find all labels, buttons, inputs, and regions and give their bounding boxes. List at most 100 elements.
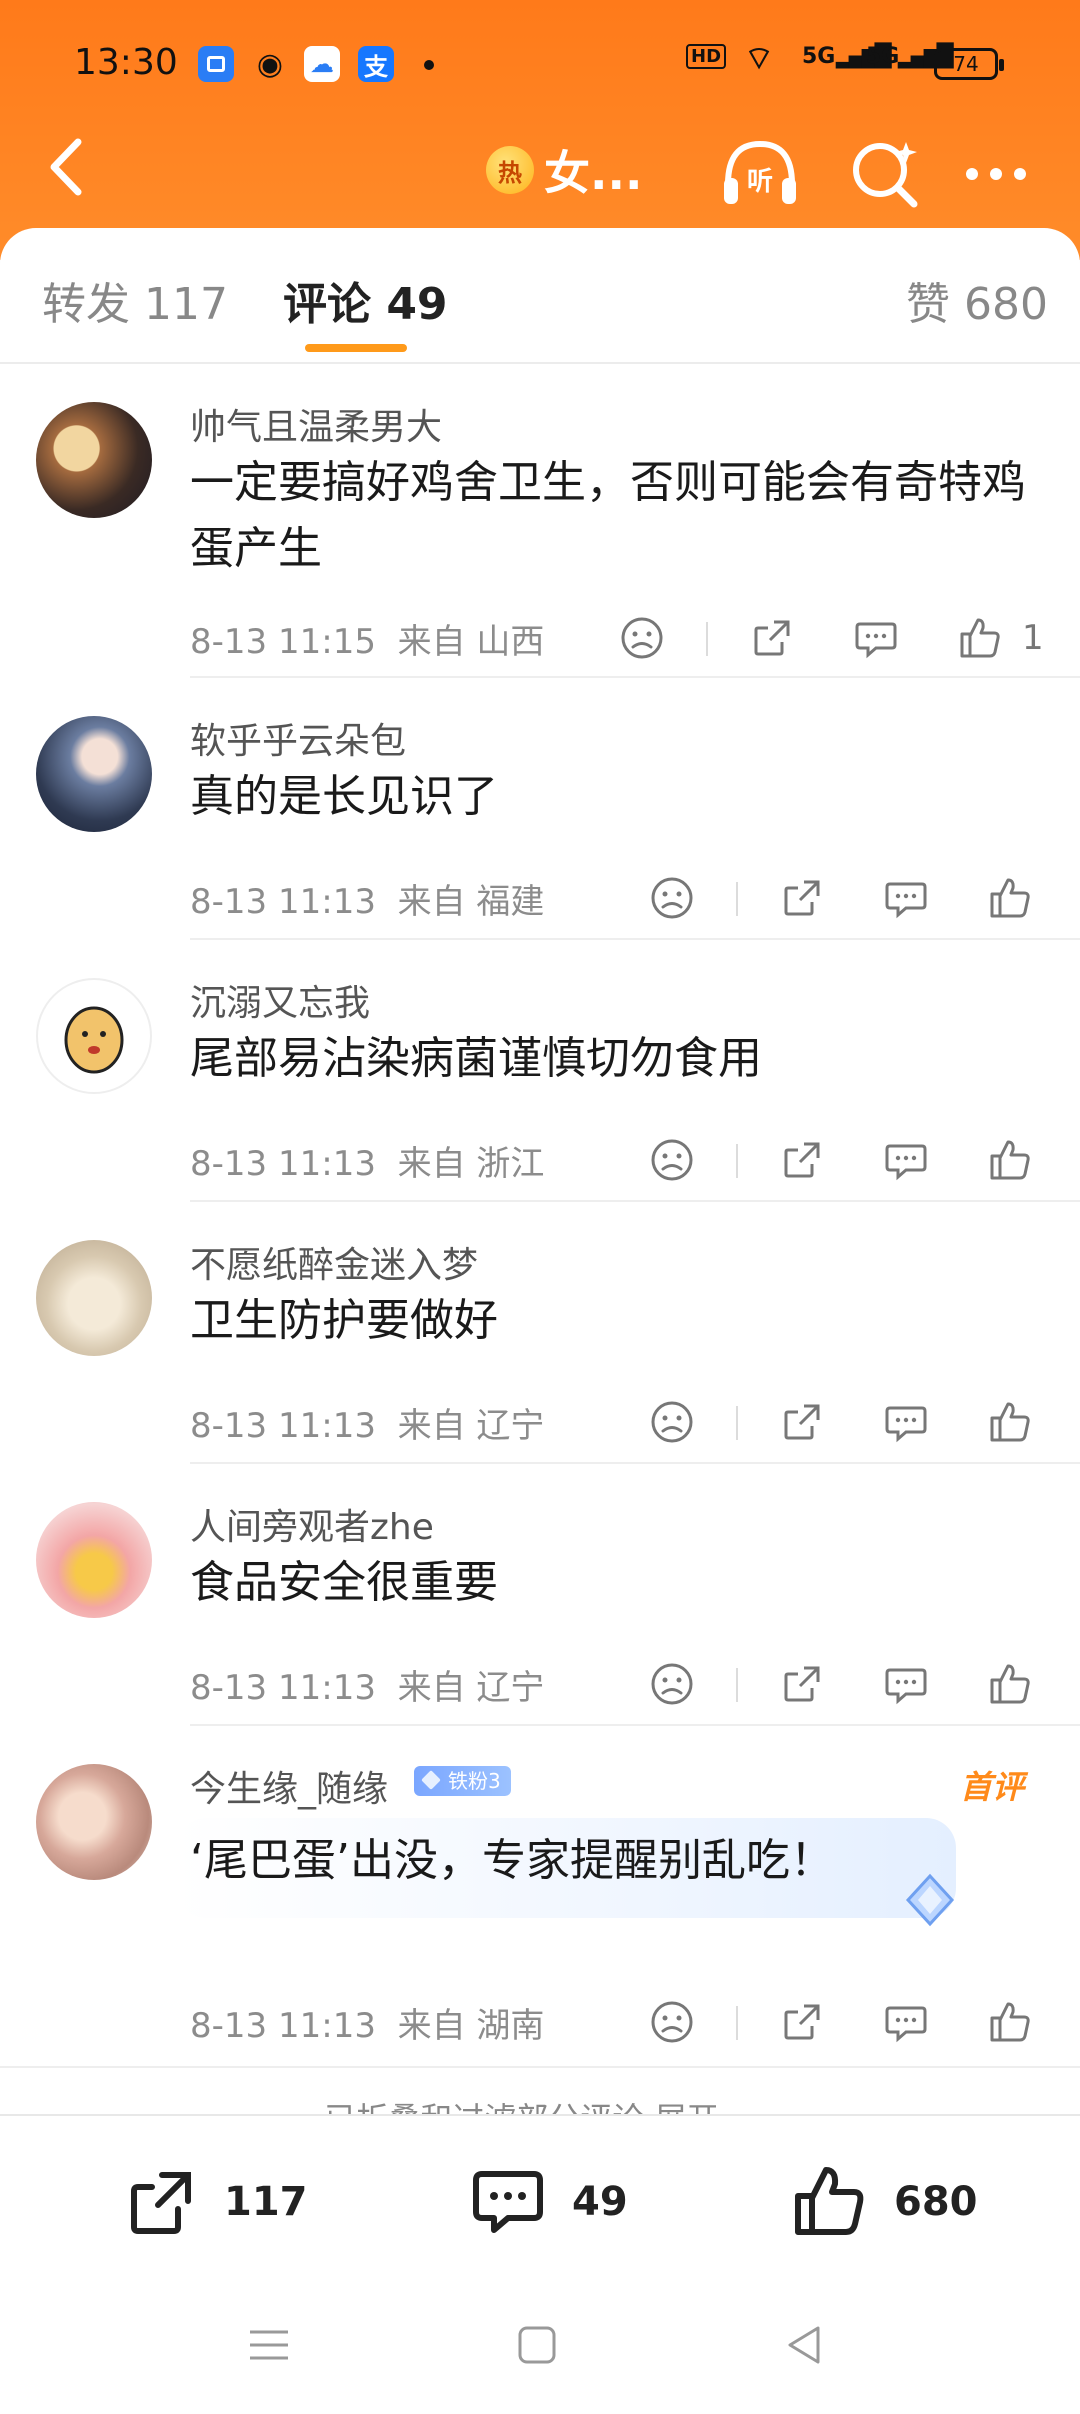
back-icon[interactable]	[780, 2320, 830, 2370]
dislike-icon[interactable]	[648, 1136, 696, 1184]
share-icon[interactable]	[778, 874, 826, 922]
share-icon[interactable]	[748, 614, 796, 662]
comment-item: 不愿纸醉金迷入梦 卫生防护要做好 8-13 11:13 来自 辽宁	[0, 1202, 1080, 1464]
topic-title[interactable]: 热 女...	[486, 140, 642, 200]
collapse-note-strip[interactable]: 已折叠和过滤部分评论 展开 ⌄	[0, 2086, 1080, 2114]
app-notify-icon	[198, 46, 234, 82]
like-icon[interactable]	[986, 1660, 1034, 1708]
share-icon[interactable]	[778, 1398, 826, 1446]
comment-time: 8-13 11:13	[190, 1144, 376, 1184]
comment-username[interactable]: 人间旁观者zhe	[190, 1498, 434, 1550]
comment-time: 8-13 11:13	[190, 882, 376, 922]
comment-icon[interactable]	[882, 1660, 930, 1708]
like-button[interactable]: 680	[790, 2162, 978, 2242]
avatar[interactable]	[36, 1764, 152, 1880]
avatar[interactable]	[36, 716, 152, 832]
battery-indicator: 74	[934, 48, 1004, 80]
dislike-icon[interactable]	[648, 874, 696, 922]
home-icon[interactable]	[512, 2320, 562, 2370]
more-notify-dot	[424, 60, 434, 70]
clock: 13:30	[74, 42, 178, 83]
action-separator	[736, 1406, 738, 1440]
comment-icon[interactable]	[882, 1136, 930, 1184]
dislike-icon[interactable]	[618, 614, 666, 662]
comment-item: 帅气且温柔男大 一定要搞好鸡舍卫生，否则可能会有奇特鸡蛋产生 8-13 11:1…	[0, 364, 1080, 678]
like-icon[interactable]	[986, 874, 1034, 922]
comment-meta: 8-13 11:13 来自 辽宁	[190, 1660, 544, 1709]
wifi-icon: ⌔	[744, 39, 775, 77]
comment-item: 沉溺又忘我 尾部易沾染病菌谨慎切勿食用 8-13 11:13 来自 浙江	[0, 940, 1080, 1202]
action-separator	[706, 622, 708, 656]
action-separator	[736, 1668, 738, 1702]
comment-button[interactable]: 49	[468, 2162, 628, 2242]
comment-location: 来自 辽宁	[397, 1406, 545, 1446]
dislike-icon[interactable]	[648, 1398, 696, 1446]
comment-text: 真的是长见识了	[190, 771, 498, 822]
avatar[interactable]	[36, 402, 152, 518]
comment-text: ‘尾巴蛋’出没，专家提醒别乱吃！	[190, 1835, 834, 1886]
comment-location: 来自 辽宁	[397, 1668, 545, 1708]
repost-button[interactable]: 117	[122, 2162, 308, 2242]
bottom-action-bar: 117 49 680	[0, 2114, 1080, 2280]
comment-count: 49	[572, 2179, 628, 2225]
comment-location: 来自 福建	[397, 882, 545, 922]
comment-meta: 8-13 11:13 来自 湖南	[190, 1998, 544, 2047]
comment-username[interactable]: 不愿纸醉金迷入梦	[190, 1236, 478, 1288]
tab-repost[interactable]: 转发 117	[42, 268, 228, 332]
menu-icon[interactable]	[244, 2320, 294, 2370]
like-icon[interactable]	[986, 1398, 1034, 1446]
share-icon[interactable]	[778, 1998, 826, 2046]
comments-card: 转发 117 评论 49 赞 680 帅气且温柔男大 一定要搞好鸡舍卫生，否则可…	[0, 228, 1080, 2118]
comment-time: 8-13 11:13	[190, 1406, 376, 1446]
dislike-icon[interactable]	[648, 1998, 696, 2046]
tab-like[interactable]: 赞 680	[906, 268, 1048, 332]
list-divider	[0, 2066, 1080, 2068]
comment-username[interactable]: 帅气且温柔男大	[190, 398, 442, 450]
comment-icon[interactable]	[882, 874, 930, 922]
status-bar: 13:30 ◉ ☁ 支 HD ⌔ 5G ▂▄▆█ 5G ▂▄▆█ 74	[0, 0, 1080, 120]
comment-text: 尾部易沾染病菌谨慎切勿食用	[190, 1033, 762, 1084]
svg-text:听: 听	[747, 167, 773, 197]
comment-text: 卫生防护要做好	[190, 1295, 498, 1346]
collapse-note[interactable]: 已折叠和过滤部分评论 展开 ⌄	[0, 2094, 1080, 2114]
comment-username[interactable]: 软乎乎云朵包	[190, 712, 406, 764]
like-icon[interactable]	[986, 1136, 1034, 1184]
comment-location: 来自 浙江	[397, 1144, 545, 1184]
comment-time: 8-13 11:15	[190, 622, 376, 662]
comment-icon[interactable]	[852, 614, 900, 662]
share-icon[interactable]	[778, 1660, 826, 1708]
signal-2: 5G	[866, 44, 900, 69]
avatar[interactable]	[36, 978, 152, 1094]
share-icon[interactable]	[778, 1136, 826, 1184]
tab-active-indicator	[305, 344, 407, 352]
action-separator	[736, 2006, 738, 2040]
avatar[interactable]	[36, 1240, 152, 1356]
search-icon[interactable]	[842, 134, 926, 212]
nav-row: 热 女... 听	[0, 120, 1080, 220]
back-arrow-icon[interactable]	[38, 132, 98, 202]
like-icon[interactable]	[986, 1998, 1034, 2046]
action-separator	[736, 882, 738, 916]
dislike-icon[interactable]	[648, 1660, 696, 1708]
tab-comment[interactable]: 评论 49	[283, 268, 448, 332]
like-count: 1	[1022, 618, 1044, 658]
cloud-notify-icon: ☁	[304, 46, 340, 82]
avatar[interactable]	[36, 1502, 152, 1618]
fans-badge[interactable]: 铁粉3	[414, 1766, 511, 1796]
comment-username[interactable]: 沉溺又忘我	[190, 974, 370, 1026]
comment-icon[interactable]	[882, 1398, 930, 1446]
comment-icon[interactable]	[882, 1998, 930, 2046]
hot-icon: 热	[486, 146, 534, 194]
alipay-notify-icon: 支	[358, 46, 394, 82]
like-icon[interactable]	[956, 614, 1004, 662]
repost-icon	[131, 2172, 191, 2234]
more-icon[interactable]	[958, 134, 1042, 212]
comment-username[interactable]: 今生缘_随缘	[190, 1760, 388, 1812]
comment-meta: 8-13 11:13 来自 浙江	[190, 1136, 544, 1185]
comment-meta: 8-13 11:13 来自 辽宁	[190, 1398, 544, 1447]
tab-bar: 转发 117 评论 49 赞 680	[0, 228, 1080, 364]
like-icon	[795, 2167, 864, 2235]
comment-meta: 8-13 11:13 来自 福建	[190, 874, 544, 923]
listen-icon[interactable]: 听	[718, 134, 802, 212]
first-comment-badge: 首评	[960, 1768, 1025, 1806]
